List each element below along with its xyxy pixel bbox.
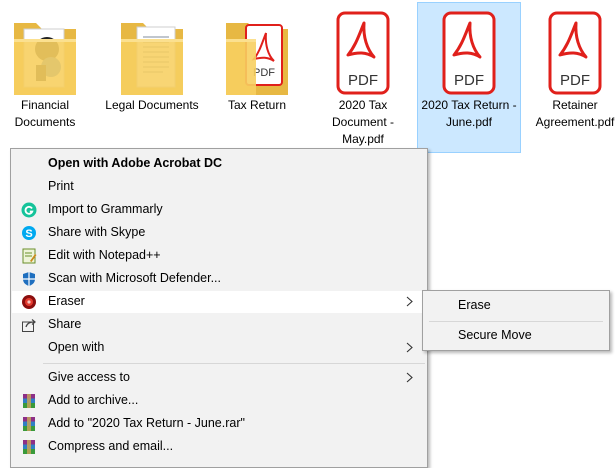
eraser-icon [22,295,36,309]
submenu-erase[interactable]: Erase [424,295,608,317]
menu-item-label: Edit with Notepad++ [48,248,161,262]
menu-item-label: Erase [458,298,491,312]
pdf-badge: PDF [348,72,378,89]
file-item-financial-documents[interactable]: Financial Documents [0,2,97,153]
menu-open-with-adobe-acrobat[interactable]: Open with Adobe Acrobat DC [12,153,426,175]
pdf-badge: PDF [560,72,590,89]
file-label: 2020 Tax Return - June.pdf [421,98,517,129]
file-label: 2020 Tax Document - May.pdf [331,98,395,146]
menu-import-to-grammarly[interactable]: Import to Grammarly [12,199,426,221]
file-item-2020-tax-return-june[interactable]: PDF 2020 Tax Return - June.pdf [417,2,521,153]
file-item-legal-documents[interactable]: Legal Documents [100,2,204,153]
menu-item-label: Scan with Microsoft Defender... [48,271,221,285]
submenu-secure-move[interactable]: Secure Move [424,325,608,347]
menu-item-label: Share with Skype [48,225,146,239]
menu-item-label: Import to Grammarly [48,202,163,216]
file-label: Legal Documents [105,98,199,112]
menu-compress-and-email[interactable]: Compress and email... [12,436,426,458]
skype-icon: S [22,226,36,240]
menu-item-label: Share [48,317,82,331]
chevron-right-icon [406,342,413,353]
file-label: Retainer Agreement.pdf [535,98,615,129]
share-icon [22,319,36,332]
menu-item-label: Give access to [48,370,130,384]
grammarly-icon [21,202,37,218]
menu-separator [43,363,425,364]
menu-print[interactable]: Print [12,176,426,198]
file-item-2020-tax-document-may[interactable]: PDF 2020 Tax Document - May.pdf [311,2,415,153]
svg-text:S: S [25,228,32,240]
menu-item-label: Compress and email... [48,439,174,453]
pdf-icon: PDF [336,11,390,95]
menu-item-label: Add to "2020 Tax Return - June.rar" [48,416,245,430]
menu-share[interactable]: Share [12,314,426,336]
pdf-badge: PDF [454,72,484,89]
winrar-icon [23,440,35,454]
file-label: Tax Return [227,98,287,112]
menu-item-label: Open with Adobe Acrobat DC [48,156,223,170]
folder-pdf-icon: PDF [226,23,288,95]
eraser-submenu: Erase Secure Move [422,290,610,351]
defender-icon [23,272,35,286]
file-label: Financial Documents [14,98,76,129]
menu-item-label: Add to archive... [48,393,139,407]
menu-eraser[interactable]: Eraser [12,291,426,313]
svg-text:PDF: PDF [253,67,275,79]
menu-item-label: Eraser [48,294,85,308]
menu-give-access-to[interactable]: Give access to [12,367,426,389]
menu-scan-with-defender[interactable]: Scan with Microsoft Defender... [12,268,426,290]
file-item-retainer-agreement[interactable]: PDF Retainer Agreement.pdf [523,2,615,153]
folder-icon [121,23,183,95]
menu-item-label: Print [48,179,74,193]
menu-share-with-skype[interactable]: S Share with Skype [12,222,426,244]
context-menu: Open with Adobe Acrobat DC Print Import … [10,148,428,468]
menu-add-to-archive[interactable]: Add to archive... [12,390,426,412]
winrar-icon [23,394,35,408]
pdf-icon: PDF [548,11,602,95]
chevron-right-icon [406,296,413,307]
menu-edit-with-notepadpp[interactable]: Edit with Notepad++ [12,245,426,267]
menu-open-with[interactable]: Open with [12,337,426,359]
menu-add-to-rar[interactable]: Add to "2020 Tax Return - June.rar" [12,413,426,435]
file-item-tax-return[interactable]: PDF Tax Return [205,2,309,153]
menu-item-label: Secure Move [458,328,532,342]
menu-item-label: Open with [48,340,105,354]
winrar-icon [23,417,35,431]
chevron-right-icon [406,372,413,383]
folder-icon [14,23,76,95]
pdf-icon: PDF [442,11,496,95]
menu-separator [429,321,603,322]
notepadpp-icon [22,248,37,264]
